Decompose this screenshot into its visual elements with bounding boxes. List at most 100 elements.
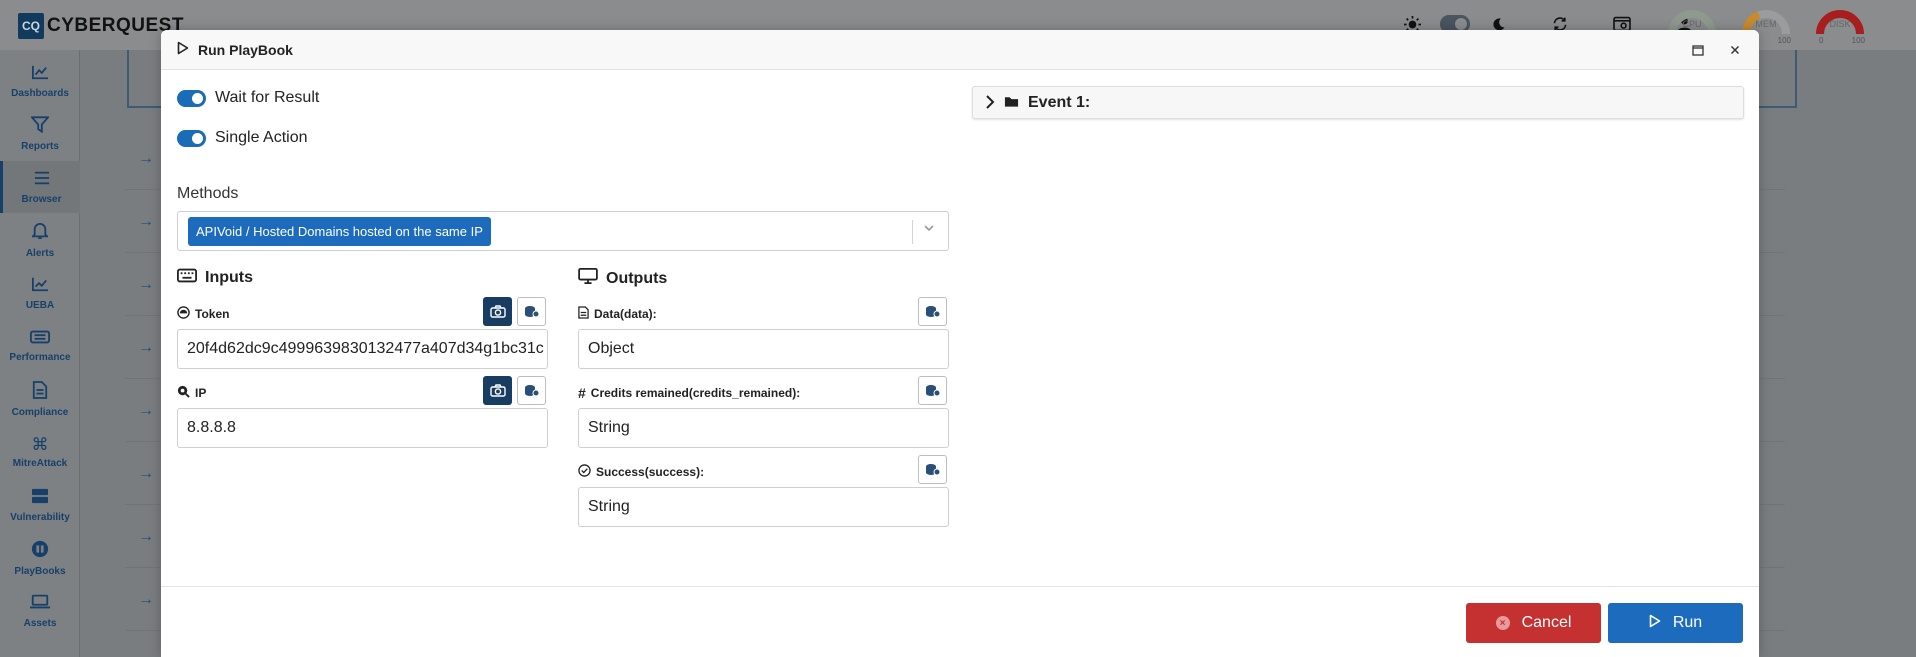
sidebar-item-label: UEBA bbox=[25, 299, 55, 311]
sidebar-item-vulnerability[interactable]: Vulnerability bbox=[0, 479, 80, 531]
hash-icon: # bbox=[578, 385, 586, 401]
close-icon bbox=[1731, 46, 1739, 54]
data-output-field[interactable]: Object bbox=[578, 329, 949, 369]
disk-gauge-label: DISK bbox=[1829, 19, 1851, 29]
disk-gauge: DISK 0 100 bbox=[1815, 6, 1865, 45]
arrow-right-icon[interactable]: → bbox=[138, 150, 154, 168]
sidebar-item-label: Dashboards bbox=[11, 87, 69, 99]
arrow-right-icon[interactable]: → bbox=[138, 402, 154, 420]
data-output-label-text: Data(data): bbox=[594, 307, 657, 321]
sidebar-item-performance[interactable]: Performance bbox=[0, 320, 80, 372]
event-title: Event 1: bbox=[1028, 94, 1091, 111]
method-chip[interactable]: APIVoid / Hosted Domains hosted on the s… bbox=[188, 217, 491, 246]
wait-for-result-toggle[interactable] bbox=[177, 89, 206, 107]
laptop-icon bbox=[30, 594, 50, 614]
database-icon bbox=[524, 306, 539, 318]
single-action-row: Single Action bbox=[177, 129, 308, 147]
token-database-button[interactable] bbox=[517, 297, 546, 326]
close-circle-icon: × bbox=[1495, 616, 1510, 630]
line-chart-icon bbox=[31, 276, 49, 296]
search-icon bbox=[177, 385, 190, 401]
sidebar-item-assets[interactable]: Assets bbox=[0, 585, 80, 637]
single-action-toggle[interactable] bbox=[177, 129, 206, 147]
success-output-field[interactable]: String bbox=[578, 487, 949, 527]
app-logo[interactable]: CQ CYBERQUEST bbox=[18, 13, 184, 39]
sidebar-item-ueba[interactable]: UEBA bbox=[0, 267, 80, 319]
keyboard-icon bbox=[30, 330, 50, 348]
sidebar-item-label: Assets bbox=[23, 617, 57, 629]
arrow-right-icon[interactable]: → bbox=[138, 465, 154, 483]
chevron-down-icon[interactable] bbox=[922, 221, 936, 240]
sidebar-item-mitreattack[interactable]: ⌘ MitreAttack bbox=[0, 426, 80, 478]
modal-header: Run PlayBook bbox=[161, 30, 1759, 70]
modal-title: Run PlayBook bbox=[198, 42, 293, 58]
database-icon bbox=[524, 385, 539, 397]
chevron-right-icon[interactable] bbox=[985, 95, 995, 114]
play-icon bbox=[1649, 614, 1661, 633]
outputs-heading: Outputs bbox=[578, 268, 667, 289]
mem-gauge-label: MEM bbox=[1755, 19, 1777, 29]
command-icon: ⌘ bbox=[31, 434, 49, 454]
sidebar-item-compliance[interactable]: Compliance bbox=[0, 373, 80, 425]
cancel-label: Cancel bbox=[1521, 614, 1572, 631]
sidebar-item-browser[interactable]: Browser bbox=[0, 161, 80, 213]
ip-label: IP bbox=[177, 385, 206, 401]
chart-icon bbox=[31, 64, 49, 84]
arrow-right-icon[interactable]: → bbox=[138, 276, 154, 294]
sidebar-item-playbooks[interactable]: PlayBooks bbox=[0, 532, 80, 584]
credits-database-button[interactable] bbox=[918, 376, 947, 405]
inputs-title: Inputs bbox=[205, 269, 253, 286]
playbook-icon bbox=[31, 540, 49, 562]
camera-icon bbox=[489, 305, 506, 318]
sidebar-item-reports[interactable]: Reports bbox=[0, 108, 80, 160]
maximize-button[interactable] bbox=[1685, 37, 1711, 63]
sidebar: Dashboards Reports Browser Alerts UEBA P… bbox=[0, 50, 80, 657]
run-playbook-modal: Run PlayBook Wait for Result Single Acti… bbox=[161, 30, 1759, 657]
ip-database-button[interactable] bbox=[517, 376, 546, 405]
arrow-right-icon[interactable]: → bbox=[138, 528, 154, 546]
arrow-right-icon[interactable]: → bbox=[138, 213, 154, 231]
close-button[interactable] bbox=[1722, 37, 1748, 63]
sidebar-item-label: Alerts bbox=[25, 247, 55, 259]
select-divider bbox=[912, 220, 913, 244]
cancel-button[interactable]: × Cancel bbox=[1466, 603, 1601, 643]
sidebar-item-alerts[interactable]: Alerts bbox=[0, 214, 80, 266]
arrow-right-icon[interactable]: → bbox=[138, 591, 154, 609]
disk-gauge-max: 100 bbox=[1851, 36, 1865, 45]
single-action-label: Single Action bbox=[215, 129, 308, 146]
bell-icon bbox=[30, 222, 50, 244]
success-database-button[interactable] bbox=[918, 455, 947, 484]
token-camera-button[interactable] bbox=[483, 297, 512, 326]
logo-mark: CQ bbox=[18, 13, 44, 39]
file-icon bbox=[578, 306, 589, 322]
filter-icon bbox=[29, 116, 51, 137]
folder-icon bbox=[1004, 95, 1019, 113]
token-label: Token bbox=[177, 306, 229, 322]
ip-input[interactable]: 8.8.8.8 bbox=[177, 408, 548, 448]
event-panel[interactable]: Event 1: bbox=[972, 86, 1744, 119]
camera-icon bbox=[489, 384, 506, 397]
sidebar-item-label: Reports bbox=[21, 141, 59, 152]
sidebar-item-label: Performance bbox=[9, 351, 71, 363]
arrow-right-icon[interactable]: → bbox=[138, 339, 154, 357]
credits-output-field[interactable]: String bbox=[578, 408, 949, 448]
data-output-label: Data(data): bbox=[578, 306, 657, 322]
credits-output-label: # Credits remained(credits_remained): bbox=[578, 385, 800, 401]
modal-footer-divider bbox=[161, 586, 1759, 587]
check-circle-icon bbox=[578, 464, 591, 480]
sidebar-item-label: Browser bbox=[21, 193, 62, 205]
token-input[interactable]: 20f4d62dc9c4999639830132477a407d34g1bc31… bbox=[177, 329, 548, 369]
methods-label: Methods bbox=[177, 185, 239, 202]
ip-camera-button[interactable] bbox=[483, 376, 512, 405]
data-database-button[interactable] bbox=[918, 297, 947, 326]
cpu-gauge-label: CPU bbox=[1682, 19, 1702, 29]
run-button[interactable]: Run bbox=[1608, 603, 1743, 643]
methods-select[interactable]: APIVoid / Hosted Domains hosted on the s… bbox=[177, 211, 949, 251]
success-output-label: Success(success): bbox=[578, 464, 704, 480]
maximize-icon bbox=[1692, 44, 1704, 56]
sidebar-item-dashboards[interactable]: Dashboards bbox=[0, 55, 80, 107]
token-icon bbox=[177, 306, 190, 322]
sidebar-item-label: MitreAttack bbox=[12, 457, 68, 469]
server-icon bbox=[31, 488, 49, 508]
keyboard-icon bbox=[177, 268, 197, 288]
